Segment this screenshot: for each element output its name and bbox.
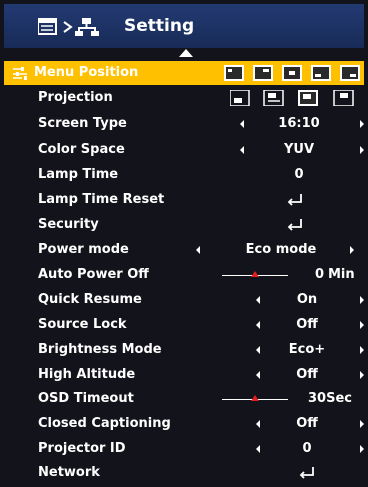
menu-item-value: Off (296, 367, 318, 382)
position-center-icon[interactable] (282, 65, 302, 81)
menu-item-osd-timeout[interactable]: OSD Timeout 30Sec (4, 387, 364, 411)
network-icon (75, 18, 99, 36)
menu-item-label: Brightness Mode (38, 342, 162, 357)
menu-item-high-altitude[interactable]: High Altitude Off (4, 363, 364, 387)
position-top-left-icon[interactable] (224, 65, 244, 81)
menu-item-unit: Min (328, 267, 355, 282)
menu-item-security[interactable]: Security (4, 213, 364, 237)
menu-item-brightness-mode[interactable]: Brightness Mode Eco+ (4, 338, 364, 362)
arrow-right-icon[interactable] (350, 246, 354, 254)
arrow-right-icon[interactable] (360, 420, 364, 428)
menu-item-label: Color Space (38, 142, 125, 157)
arrow-right-icon[interactable] (360, 146, 364, 154)
menu-item-value: 30Sec (308, 391, 352, 406)
menu-item-label: Screen Type (38, 116, 127, 131)
projection-options (230, 90, 354, 106)
menu-item-label: Projection (38, 90, 113, 105)
arrow-left-icon[interactable] (256, 445, 260, 453)
arrow-right-icon[interactable] (360, 445, 364, 453)
menu-item-value: 0 (302, 441, 312, 456)
menu-item-auto-power-off[interactable]: Auto Power Off 0 Min (4, 263, 364, 287)
header-icons (38, 18, 99, 36)
menu-item-value: YUV (283, 142, 315, 157)
menu-item-label: Network (38, 465, 100, 480)
scroll-up-icon[interactable] (179, 49, 193, 57)
menu-item-label: Closed Captioning (38, 416, 171, 431)
arrow-right-icon[interactable] (360, 371, 364, 379)
menu-item-source-lock[interactable]: Source Lock Off (4, 313, 364, 337)
arrow-left-icon[interactable] (256, 420, 260, 428)
menu-item-value: 16:10 (278, 116, 320, 131)
menu-item-lamp-time: Lamp Time 0 (4, 163, 364, 187)
menu-item-label: High Altitude (38, 367, 136, 382)
menu-position-options (224, 65, 360, 81)
menu-item-label: Quick Resume (38, 292, 142, 307)
menu-item-value: Off (296, 416, 318, 431)
menu-header: Setting (4, 4, 364, 48)
menu-item-value: Off (296, 317, 318, 332)
position-bottom-left-icon[interactable] (311, 65, 331, 81)
arrow-right-icon[interactable] (360, 321, 364, 329)
menu-item-label: Projector ID (38, 441, 126, 456)
menu-item-label: Source Lock (38, 317, 127, 332)
projection-rear-ceiling-icon[interactable] (333, 90, 354, 106)
menu-item-label: OSD Timeout (38, 391, 134, 406)
arrow-right-icon[interactable] (360, 296, 364, 304)
projection-front-icon[interactable] (230, 90, 250, 106)
enter-icon (299, 467, 314, 479)
menu-item-value: 0 (314, 267, 324, 282)
menu-item-closed-captioning[interactable]: Closed Captioning Off (4, 412, 364, 436)
menu-item-value: 0 (294, 167, 304, 182)
slider-handle[interactable] (251, 395, 259, 401)
enter-icon (287, 194, 302, 206)
setting-menu-panel: Setting Menu Position Projection Screen … (0, 0, 368, 487)
sliders-icon (13, 67, 27, 80)
enter-icon (287, 219, 302, 231)
menu-item-label: Security (38, 217, 99, 232)
slider-handle[interactable] (251, 271, 259, 277)
menu-item-power-mode[interactable]: Power mode Eco mode (4, 238, 364, 262)
arrow-left-icon[interactable] (256, 346, 260, 354)
position-top-right-icon[interactable] (253, 65, 273, 81)
menu-item-label: Menu Position (34, 65, 139, 80)
menu-item-label: Power mode (38, 242, 129, 257)
arrow-left-icon[interactable] (240, 120, 244, 128)
menu-item-lamp-time-reset[interactable]: Lamp Time Reset (4, 188, 364, 212)
arrow-left-icon[interactable] (256, 321, 260, 329)
projection-ceiling-icon[interactable] (298, 90, 318, 106)
arrow-left-icon[interactable] (256, 371, 260, 379)
menu-item-label: Lamp Time (38, 167, 119, 182)
position-bottom-right-icon[interactable] (340, 65, 360, 81)
projection-rear-icon[interactable] (263, 90, 284, 106)
menu-item-label: Auto Power Off (38, 267, 149, 282)
page-title: Setting (124, 16, 195, 36)
menu-item-network[interactable]: Network (4, 461, 364, 485)
arrow-right-icon[interactable] (360, 120, 364, 128)
menu-item-projector-id[interactable]: Projector ID 0 (4, 437, 364, 461)
menu-item-quick-resume[interactable]: Quick Resume On (4, 288, 364, 312)
arrow-right-icon[interactable] (360, 346, 364, 354)
arrow-left-icon[interactable] (196, 246, 200, 254)
menu-item-value: Eco mode (245, 242, 317, 257)
menu-item-value: Eco+ (288, 342, 326, 357)
menu-item-projection[interactable]: Projection (4, 86, 364, 110)
menu-item-color-space[interactable]: Color Space YUV (4, 138, 364, 162)
menu-item-label: Lamp Time Reset (38, 192, 165, 207)
menu-item-screen-type[interactable]: Screen Type 16:10 (4, 112, 364, 136)
arrow-left-icon[interactable] (240, 146, 244, 154)
arrow-left-icon[interactable] (256, 296, 260, 304)
list-icon (38, 18, 57, 35)
menu-item-value: On (296, 292, 318, 307)
menu-item-menu-position[interactable]: Menu Position (4, 61, 364, 85)
chevron-right-icon (63, 21, 73, 33)
